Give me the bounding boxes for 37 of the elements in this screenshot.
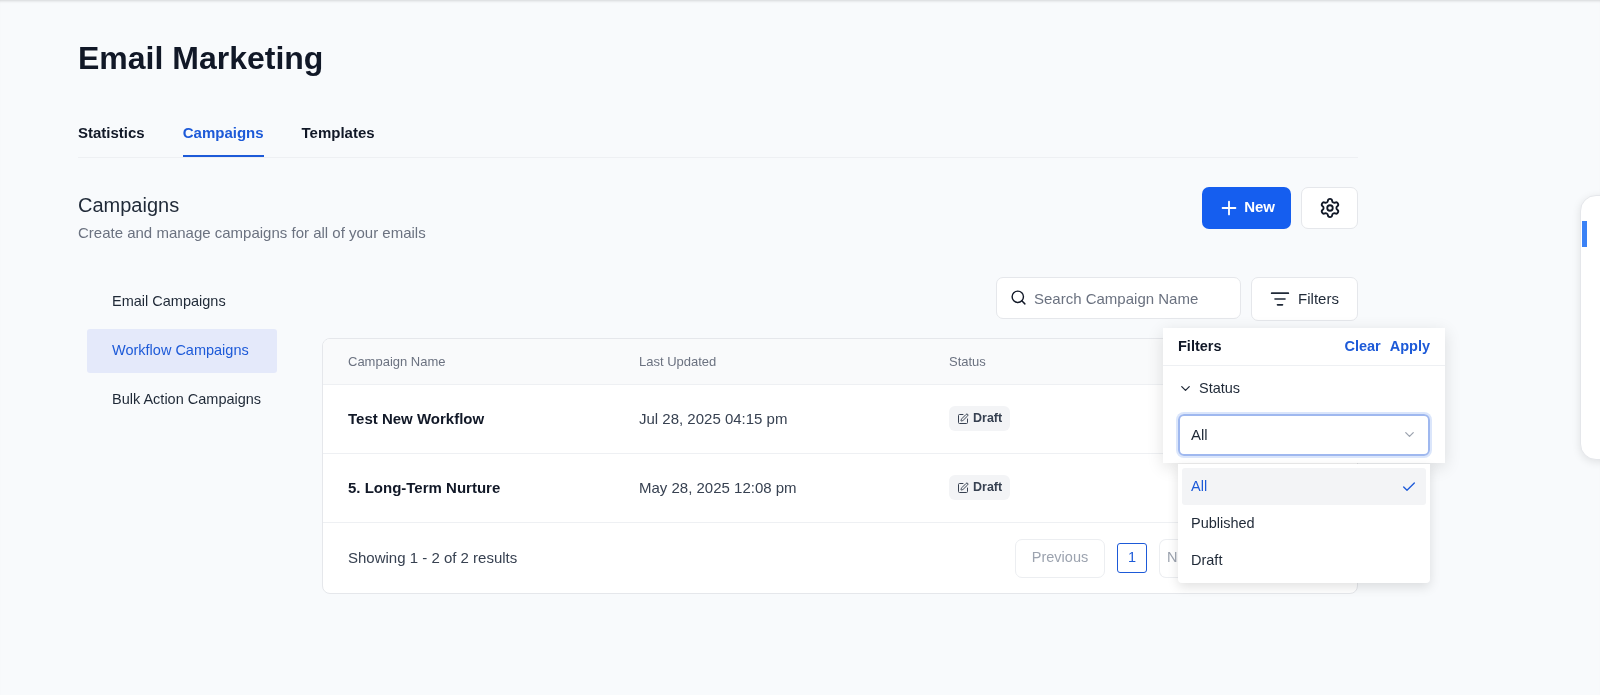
column-header: Status <box>949 353 986 369</box>
dropdown-option[interactable]: All <box>1182 468 1426 505</box>
filter-icon <box>1270 289 1291 309</box>
clear-link[interactable]: Clear <box>1344 335 1381 358</box>
page-button[interactable]: 1 <box>1117 543 1147 573</box>
status-select[interactable]: All <box>1178 413 1430 456</box>
tab[interactable]: Statistics <box>78 122 145 157</box>
page-title: Email Marketing <box>78 39 324 78</box>
tab[interactable]: Campaigns <box>182 122 264 157</box>
campaign-name[interactable]: Test New Workflow <box>348 410 485 427</box>
filters-button[interactable]: Filters <box>1251 277 1358 321</box>
edit-icon <box>957 481 969 494</box>
campaign-name[interactable]: 5. Long-Term Nurture <box>348 479 501 496</box>
dropdown-option[interactable]: Draft <box>1182 542 1426 579</box>
updated-date: Jul 28, 2025 04:15 pm <box>639 410 788 427</box>
settings-icon <box>1318 196 1341 219</box>
status-group-toggle[interactable]: Status <box>1178 378 1241 400</box>
results-summary: Showing 1 - 2 of 2 results <box>348 547 518 568</box>
section-subtitle: Create and manage campaigns for all of your emails <box>78 222 426 243</box>
edit-icon <box>957 412 969 425</box>
updated-date: May 28, 2025 12:08 pm <box>639 479 797 496</box>
new-button[interactable]: New <box>1202 186 1291 229</box>
status-badge: Draft <box>949 475 1011 501</box>
settings-button[interactable] <box>1301 186 1358 229</box>
sidebar-item[interactable]: Email Campaigns <box>87 279 277 324</box>
popover-title: Filters <box>1178 336 1222 356</box>
search-icon <box>1010 289 1027 306</box>
search-field[interactable]: Search Campaign Name <box>996 277 1241 319</box>
column-header: Last Updated <box>639 353 717 369</box>
column-header: Campaign Name <box>348 353 446 369</box>
sidebar-item[interactable]: Workflow Campaigns <box>87 328 277 373</box>
apply-link[interactable]: Apply <box>1389 335 1430 358</box>
dropdown-option[interactable]: Published <box>1182 505 1426 542</box>
status-badge: Draft <box>949 406 1011 432</box>
sidebar-item[interactable]: Bulk Action Campaigns <box>87 377 277 422</box>
section-title: Campaigns <box>78 192 180 218</box>
tab[interactable]: Templates <box>301 122 375 157</box>
